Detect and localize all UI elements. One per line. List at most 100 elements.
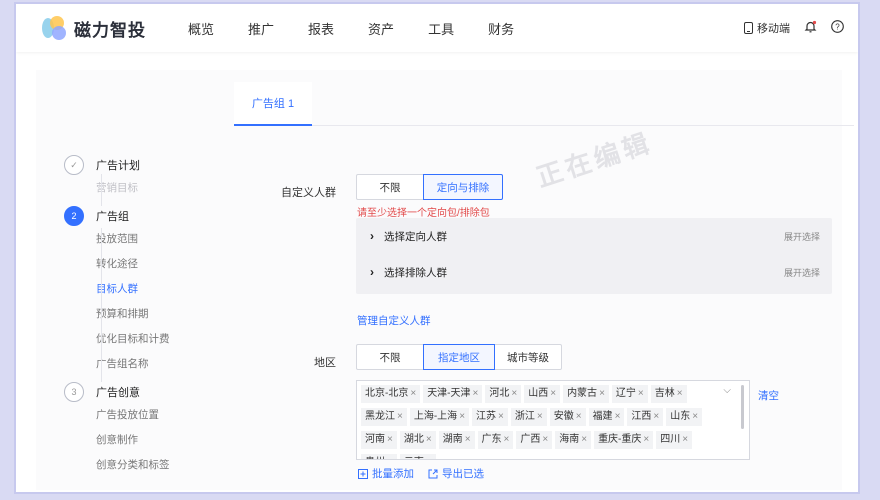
bulk-add-button[interactable]: 批量添加 bbox=[358, 466, 414, 481]
step-3[interactable]: 3 广告创意 bbox=[64, 381, 224, 403]
close-icon[interactable]: × bbox=[387, 457, 393, 459]
region-tag-label: 山西 bbox=[528, 388, 549, 399]
step-sub-list: 广告投放位置 创意制作 创意分类和标签 bbox=[64, 403, 224, 478]
region-tag-label: 贵州 bbox=[365, 457, 385, 459]
close-icon[interactable]: × bbox=[576, 411, 582, 422]
region-option-1[interactable]: 指定地区 bbox=[423, 344, 495, 370]
region-label: 地区 bbox=[314, 357, 336, 369]
region-tag: 广西 × bbox=[516, 431, 553, 449]
step-sub-item[interactable]: 创意制作 bbox=[64, 428, 224, 453]
bulk-add-icon bbox=[358, 468, 368, 479]
content-area: 广告组 1 正在编辑 ✓ 广告计划 营销目标 2 广告组 投放范围 转化途径 目标人群 预算和排… bbox=[36, 70, 854, 490]
region-tag-box[interactable]: 北京-北京 × 天津-天津 × 河北 × 山西 × 内蒙古 × 辽宁 × 吉林 × 黑龙江 × 上海-上海 × 江苏… bbox=[356, 380, 750, 460]
mobile-label: 移动端 bbox=[757, 23, 790, 35]
close-icon[interactable]: × bbox=[537, 411, 543, 422]
nav-item-5[interactable]: 财务 bbox=[488, 19, 514, 38]
step-title: 广告组 bbox=[96, 211, 129, 223]
region-option-2[interactable]: 城市等级 bbox=[494, 344, 562, 370]
step-sub-item[interactable]: 投放范围 bbox=[64, 227, 224, 252]
close-icon[interactable]: × bbox=[643, 434, 649, 445]
region-tag-label: 广东 bbox=[481, 434, 502, 445]
export-selected-button[interactable]: 导出已选 bbox=[428, 466, 484, 481]
step-sub-item[interactable]: 创意分类和标签 bbox=[64, 453, 224, 478]
chevron-down-icon[interactable]: ⌵ bbox=[723, 385, 731, 396]
custom_crowd-option-1[interactable]: 定向与排除 bbox=[423, 174, 503, 200]
main-nav: 概览 推广 报表 资产 工具 财务 bbox=[188, 4, 548, 52]
nav-item-4[interactable]: 工具 bbox=[428, 19, 454, 38]
region-tag: 安徽 × bbox=[549, 408, 586, 426]
custom-crowd-error: 请至少选择一个定向包/排除包 bbox=[357, 208, 490, 219]
tab-bar: 广告组 1 bbox=[234, 82, 854, 126]
crowd-row-1[interactable]: › 选择排除人群 展开选择 bbox=[356, 254, 832, 290]
manage-custom-crowd-link[interactable]: 管理自定义人群 bbox=[357, 313, 431, 328]
close-icon[interactable]: × bbox=[473, 388, 479, 399]
close-icon[interactable]: × bbox=[498, 411, 504, 422]
region-tag: 山西 × bbox=[524, 385, 561, 403]
region-tag-label: 江西 bbox=[631, 411, 652, 422]
step-1[interactable]: ✓ 广告计划 bbox=[64, 154, 224, 176]
region-option-0[interactable]: 不限 bbox=[356, 344, 424, 370]
close-icon[interactable]: × bbox=[653, 411, 659, 422]
close-icon[interactable]: × bbox=[459, 411, 465, 422]
mobile-link[interactable]: 移动端 bbox=[744, 20, 790, 36]
region-tag-label: 湖南 bbox=[442, 434, 463, 445]
expand-select-link[interactable]: 展开选择 bbox=[784, 230, 820, 243]
svg-text:?: ? bbox=[835, 23, 840, 32]
close-icon[interactable]: × bbox=[387, 434, 393, 445]
close-icon[interactable]: × bbox=[692, 411, 698, 422]
close-icon[interactable]: × bbox=[682, 434, 688, 445]
region-tag-label: 吉林 bbox=[654, 388, 675, 399]
region-tag-label: 重庆-重庆 bbox=[598, 434, 642, 445]
brand-logo-icon bbox=[40, 14, 68, 42]
step-sub-item[interactable]: 营销目标 bbox=[64, 176, 224, 201]
custom_crowd-option-0[interactable]: 不限 bbox=[356, 174, 424, 200]
close-icon[interactable]: × bbox=[542, 434, 548, 445]
close-icon[interactable]: × bbox=[599, 388, 605, 399]
bell-icon[interactable] bbox=[804, 20, 817, 36]
tab-ad-group-1[interactable]: 广告组 1 bbox=[234, 82, 312, 126]
step-connector bbox=[101, 228, 102, 382]
close-icon[interactable]: × bbox=[504, 434, 510, 445]
step-sub-item[interactable]: 转化途径 bbox=[64, 252, 224, 277]
region-tag-label: 安徽 bbox=[553, 411, 574, 422]
scrollbar[interactable] bbox=[741, 385, 744, 429]
close-icon[interactable]: × bbox=[677, 388, 683, 399]
region-tag-label: 浙江 bbox=[514, 411, 535, 422]
close-icon[interactable]: × bbox=[550, 388, 556, 399]
crowd-row-label: 选择定向人群 bbox=[384, 230, 447, 243]
nav-item-2[interactable]: 报表 bbox=[308, 19, 334, 38]
close-icon[interactable]: × bbox=[426, 434, 432, 445]
region-tag: 北京-北京 × bbox=[361, 385, 421, 403]
step-sub-item[interactable]: 广告组名称 bbox=[64, 352, 224, 377]
close-icon[interactable]: × bbox=[410, 388, 416, 399]
close-icon[interactable]: × bbox=[426, 457, 432, 459]
step-2[interactable]: 2 广告组 bbox=[64, 205, 224, 227]
close-icon[interactable]: × bbox=[638, 388, 644, 399]
region-clear-link[interactable]: 清空 bbox=[758, 388, 779, 403]
region-tag: 黑龙江 × bbox=[361, 408, 407, 426]
step-sub-item[interactable]: 优化目标和计费 bbox=[64, 327, 224, 352]
help-icon[interactable]: ? bbox=[831, 20, 844, 36]
region-tag-label: 广西 bbox=[520, 434, 541, 445]
step-sub-item[interactable]: 广告投放位置 bbox=[64, 403, 224, 428]
nav-item-0[interactable]: 概览 bbox=[188, 19, 214, 38]
brand-logo[interactable]: 磁力智投 bbox=[40, 14, 146, 42]
export-selected-label: 导出已选 bbox=[442, 468, 484, 480]
region-tags: 北京-北京 × 天津-天津 × 河北 × 山西 × 内蒙古 × 辽宁 × 吉林 × 黑龙江 × 上海-上海 × 江苏… bbox=[361, 383, 721, 459]
region-tag-label: 四川 bbox=[660, 434, 681, 445]
region-tag: 内蒙古 × bbox=[563, 385, 609, 403]
region-tag: 上海-上海 × bbox=[409, 408, 470, 426]
step-sub-item[interactable]: 目标人群 bbox=[64, 277, 224, 302]
close-icon[interactable]: × bbox=[615, 411, 621, 422]
nav-item-3[interactable]: 资产 bbox=[368, 19, 394, 38]
nav-item-1[interactable]: 推广 bbox=[248, 19, 274, 38]
step-sub-item[interactable]: 预算和排期 bbox=[64, 302, 224, 327]
region-tag: 海南 × bbox=[555, 431, 592, 449]
close-icon[interactable]: × bbox=[511, 388, 517, 399]
region-tag-label: 海南 bbox=[559, 434, 580, 445]
close-icon[interactable]: × bbox=[581, 434, 587, 445]
close-icon[interactable]: × bbox=[465, 434, 471, 445]
expand-select-link[interactable]: 展开选择 bbox=[784, 266, 820, 279]
close-icon[interactable]: × bbox=[397, 411, 403, 422]
crowd-row-0[interactable]: › 选择定向人群 展开选择 bbox=[356, 218, 832, 254]
